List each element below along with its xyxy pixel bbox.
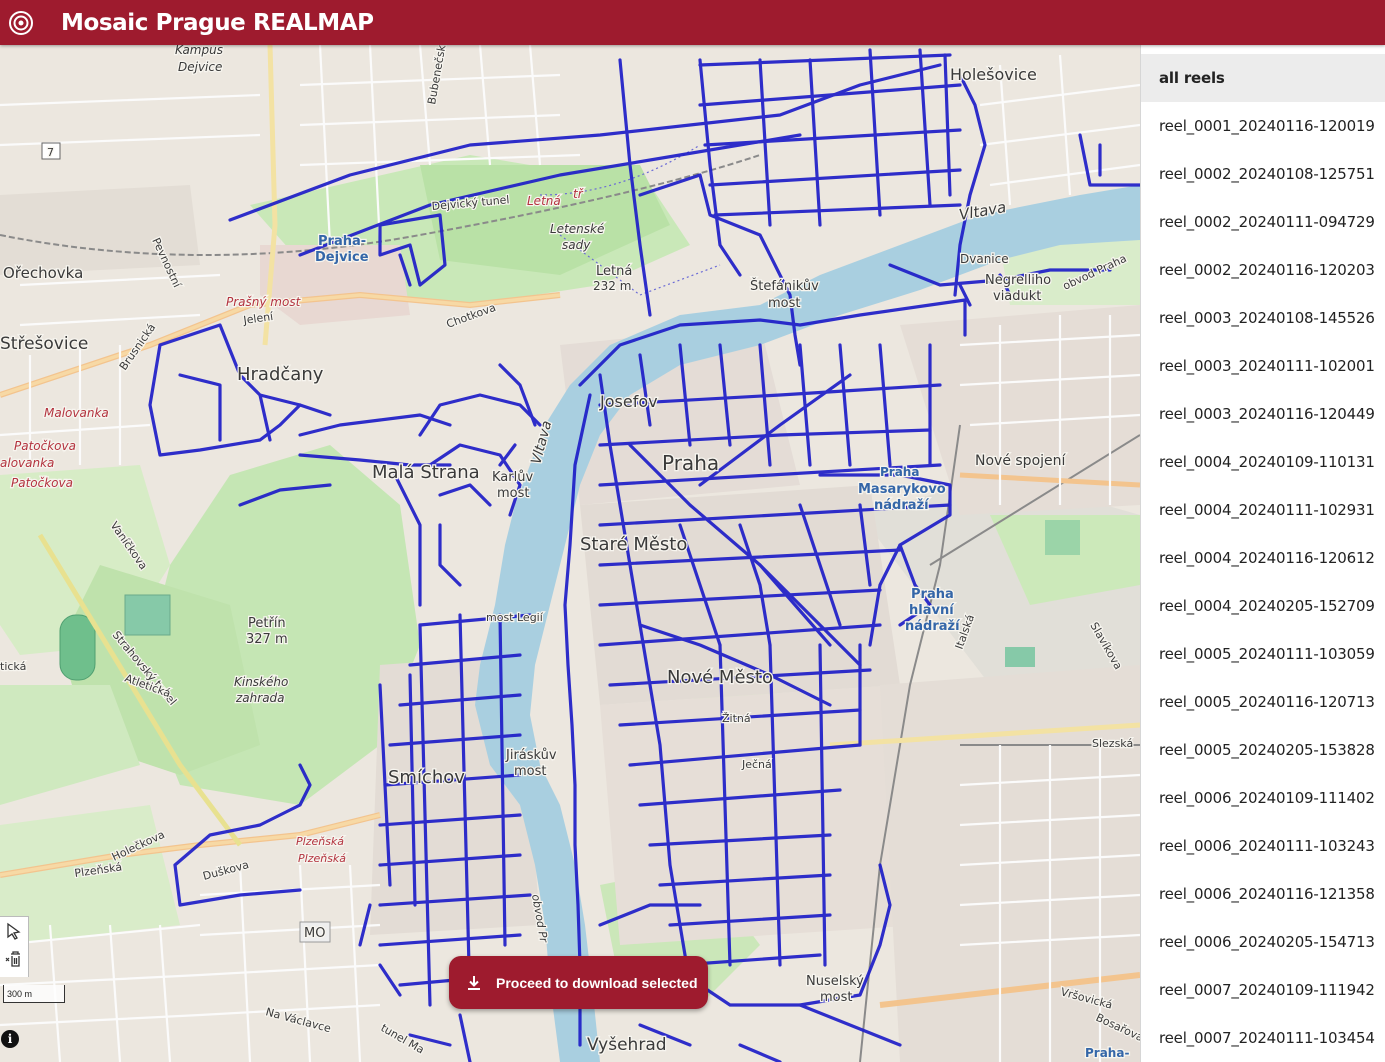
reel-item[interactable]: reel_0007_20240111-103454 — [1141, 1014, 1385, 1062]
reel-item[interactable]: reel_0006_20240205-154713 — [1141, 918, 1385, 966]
reels-sidebar: all reels reel_0001_20240116-120019 reel… — [1140, 45, 1385, 1062]
svg-text:Josefov: Josefov — [599, 392, 658, 411]
reel-item[interactable]: reel_0006_20240109-111402 — [1141, 774, 1385, 822]
svg-text:Dejvice: Dejvice — [178, 60, 222, 74]
reel-item[interactable]: reel_0002_20240108-125751 — [1141, 150, 1385, 198]
svg-text:Dvanice: Dvanice — [960, 252, 1009, 266]
svg-text:most: most — [497, 486, 530, 501]
svg-text:Nové Město: Nové Město — [667, 667, 773, 688]
info-icon[interactable]: i — [1, 1030, 19, 1048]
reel-item[interactable]: reel_0003_20240111-102001 — [1141, 342, 1385, 390]
svg-text:Letná: Letná — [596, 264, 632, 279]
svg-text:most: most — [820, 990, 853, 1005]
camera-lens-icon[interactable] — [8, 10, 34, 36]
svg-text:Dejvice: Dejvice — [315, 250, 369, 265]
reels-list: all reels reel_0001_20240116-120019 reel… — [1141, 54, 1385, 1062]
svg-text:Letenské: Letenské — [550, 222, 604, 236]
svg-text:Kampus: Kampus — [175, 45, 223, 57]
svg-text:Praha: Praha — [911, 587, 954, 602]
svg-text:Praha: Praha — [880, 465, 919, 479]
reel-item[interactable]: reel_0005_20240205-153828 — [1141, 726, 1385, 774]
svg-text:zahrada: zahrada — [235, 691, 285, 705]
svg-text:Masarykovo: Masarykovo — [858, 482, 946, 497]
svg-text:Letná: Letná — [527, 194, 561, 208]
svg-text:Patočkova: Patočkova — [11, 476, 73, 490]
svg-text:Ječná: Ječná — [741, 758, 772, 771]
reel-item[interactable]: reel_0002_20240111-094729 — [1141, 198, 1385, 246]
svg-text:Patočkova: Patočkova — [14, 439, 76, 453]
reel-item[interactable]: reel_0003_20240108-145526 — [1141, 294, 1385, 342]
app-title: Mosaic Prague REALMAP — [61, 9, 374, 36]
reel-item[interactable]: reel_0004_20240205-152709 — [1141, 582, 1385, 630]
svg-text:Plzeňská: Plzeňská — [298, 852, 346, 865]
svg-text:232 m: 232 m — [593, 279, 631, 293]
map-tiles[interactable]: Kampus Dejvice Bubenečská Holešovice 7 D… — [0, 45, 1140, 1062]
svg-text:Nové spojení: Nové spojení — [975, 453, 1067, 469]
reel-item[interactable]: reel_0002_20240116-120203 — [1141, 246, 1385, 294]
svg-text:Holešovice: Holešovice — [950, 65, 1037, 84]
reel-item[interactable]: reel_0006_20240111-103243 — [1141, 822, 1385, 870]
map-scale: 300 m — [3, 985, 65, 1003]
svg-text:nádraží: nádraží — [905, 619, 961, 634]
svg-text:Praha: Praha — [662, 451, 719, 475]
map-canvas[interactable]: Kampus Dejvice Bubenečská Holešovice 7 D… — [0, 45, 1140, 1062]
svg-text:Karlův: Karlův — [492, 470, 533, 485]
svg-text:viadukt: viadukt — [993, 289, 1041, 304]
svg-text:Negrelliho: Negrelliho — [985, 273, 1051, 288]
svg-text:Vyšehrad: Vyšehrad — [587, 1035, 667, 1055]
svg-text:tř: tř — [573, 187, 584, 201]
svg-text:327 m: 327 m — [246, 632, 288, 647]
reel-item[interactable]: reel_0004_20240111-102931 — [1141, 486, 1385, 534]
lasso-select-icon[interactable] — [0, 917, 28, 945]
svg-text:Jiráskův: Jiráskův — [505, 748, 557, 763]
svg-text:Kinského: Kinského — [234, 675, 288, 689]
svg-text:most Legií: most Legií — [486, 611, 544, 624]
svg-text:Hradčany: Hradčany — [237, 364, 324, 385]
svg-text:Praha-: Praha- — [318, 234, 366, 249]
reel-item[interactable]: reel_0006_20240116-121358 — [1141, 870, 1385, 918]
reel-item-all[interactable]: all reels — [1141, 54, 1385, 102]
download-selected-button[interactable]: Proceed to download selected — [449, 956, 708, 1009]
reel-item[interactable]: reel_0003_20240116-120449 — [1141, 390, 1385, 438]
reel-item[interactable]: reel_0005_20240111-103059 — [1141, 630, 1385, 678]
svg-text:Nuselský: Nuselský — [806, 974, 864, 989]
reel-item[interactable]: reel_0001_20240116-120019 — [1141, 102, 1385, 150]
svg-text:Žitná: Žitná — [722, 712, 751, 725]
svg-text:hlavní: hlavní — [909, 603, 955, 618]
svg-text:Ořechovka: Ořechovka — [3, 264, 83, 282]
svg-text:alovanka: alovanka — [0, 456, 54, 470]
svg-text:Prašný most: Prašný most — [226, 295, 302, 309]
svg-text:nádraží: nádraží — [874, 498, 930, 513]
reel-item[interactable]: reel_0004_20240109-110131 — [1141, 438, 1385, 486]
svg-text:Malá Strana: Malá Strana — [372, 462, 480, 483]
svg-text:Smíchov: Smíchov — [388, 767, 465, 788]
svg-text:Praha-: Praha- — [1085, 1046, 1129, 1060]
reel-item[interactable]: reel_0007_20240109-111942 — [1141, 966, 1385, 1014]
app-header: Mosaic Prague REALMAP — [0, 0, 1385, 45]
download-button-label: Proceed to download selected — [496, 974, 698, 991]
svg-text:Slezská: Slezská — [1092, 737, 1133, 750]
svg-text:7: 7 — [47, 146, 54, 159]
svg-text:Malovanka: Malovanka — [44, 406, 109, 420]
svg-text:sady: sady — [562, 238, 591, 252]
draw-toolbar — [0, 916, 29, 977]
svg-text:Petřín: Petřín — [248, 616, 286, 631]
svg-text:most: most — [514, 764, 547, 779]
svg-text:Staré Město: Staré Město — [580, 534, 687, 555]
reel-item[interactable]: reel_0004_20240116-120612 — [1141, 534, 1385, 582]
trash-select-icon[interactable] — [0, 945, 28, 973]
svg-text:Plzeňská: Plzeňská — [296, 835, 344, 848]
svg-text:Střešovice: Střešovice — [0, 334, 88, 354]
svg-text:most: most — [768, 296, 801, 311]
download-icon — [468, 975, 480, 990]
reel-item[interactable]: reel_0005_20240116-120713 — [1141, 678, 1385, 726]
svg-text:MO: MO — [304, 926, 325, 941]
svg-text:tická: tická — [0, 660, 26, 673]
svg-text:Štefánikův: Štefánikův — [750, 278, 819, 294]
